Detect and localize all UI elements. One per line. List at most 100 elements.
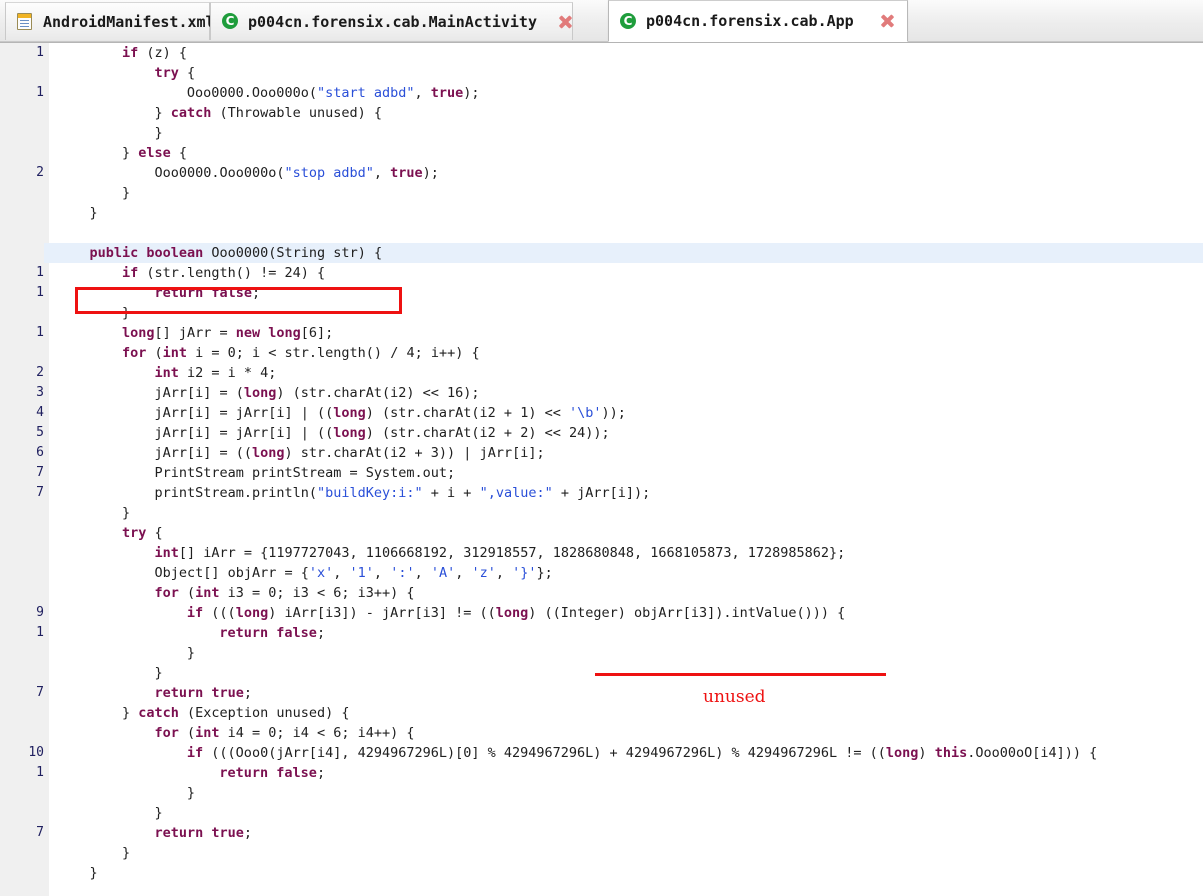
code-line[interactable]: 1 if (str.length() != 24) {	[0, 263, 1203, 283]
code-line[interactable]: 1 return false;	[0, 763, 1203, 783]
code-line[interactable]: }	[0, 783, 1203, 803]
code-line[interactable]: }	[0, 303, 1203, 323]
code-line[interactable]: try {	[0, 63, 1203, 83]
code-line[interactable]: 10 if (((Ooo0(jArr[i4], 4294967296L)[0] %…	[0, 743, 1203, 763]
code-line-text: printStream.println("buildKey:i:" + i + …	[154, 485, 651, 501]
line-number: 2	[36, 165, 44, 180]
line-number: 7	[36, 485, 44, 500]
editor-tab-label: p004cn.forensix.cab.MainActivity	[248, 12, 537, 31]
line-number	[0, 63, 44, 83]
code-line[interactable]: 1 Ooo0000.Ooo000o("start adbd", true);	[0, 83, 1203, 103]
line-number: 6	[36, 445, 44, 460]
code-line[interactable]: try {	[0, 523, 1203, 543]
code-line[interactable]: for (int i = 0; i < str.length() / 4; i+…	[0, 343, 1203, 363]
code-line[interactable]: }	[0, 183, 1203, 203]
editor-tab-label: AndroidManifest.xml	[43, 12, 215, 31]
editor-tab-label: p004cn.forensix.cab.App	[646, 12, 854, 30]
code-line[interactable]: 7 PrintStream printStream = System.out;	[0, 463, 1203, 483]
code-line[interactable]: int[] iArr = {1197727043, 1106668192, 31…	[0, 543, 1203, 563]
code-line-text: return false;	[219, 765, 326, 781]
code-line-text: }	[186, 645, 196, 661]
code-line-text: }	[154, 805, 163, 821]
code-line[interactable]: } else {	[0, 143, 1203, 163]
line-number: 1	[36, 265, 44, 280]
code-line-text: try {	[154, 65, 196, 81]
code-line-text: if (str.length() != 24) {	[121, 265, 326, 281]
line-number: 1	[36, 45, 44, 60]
code-line[interactable]: 1 if (z) {	[0, 43, 1203, 63]
line-number	[0, 523, 44, 543]
code-line[interactable]: 7 printStream.println("buildKey:i:" + i +…	[0, 483, 1203, 503]
code-line-text: jArr[i] = (long) (str.charAt(i2) << 16);	[154, 385, 480, 401]
code-line[interactable]: 1 long[] jArr = new long[6];	[0, 323, 1203, 343]
line-number: 2	[36, 365, 44, 380]
line-number	[0, 203, 44, 223]
line-number: 10	[28, 745, 44, 760]
line-number	[0, 563, 44, 583]
code-line[interactable]: Object[] objArr = {'x', '1', ':', 'A', '…	[0, 563, 1203, 583]
line-number: 5	[36, 425, 44, 440]
line-number: 1	[36, 85, 44, 100]
code-line-text: Ooo0000.Ooo000o("start adbd", true);	[186, 85, 480, 101]
code-line[interactable]: }	[0, 123, 1203, 143]
code-line[interactable]: 7 return true;	[0, 683, 1203, 703]
line-number: 1	[36, 285, 44, 300]
code-line[interactable]: } catch (Throwable unused) {	[0, 103, 1203, 123]
xml-document-icon	[17, 13, 34, 30]
code-line[interactable]: 5 jArr[i] = jArr[i] | ((long) (str.charAt…	[0, 423, 1203, 443]
code-line[interactable]: }	[0, 803, 1203, 823]
line-number	[0, 183, 44, 203]
code-line-text: } catch (Throwable unused) {	[154, 105, 383, 121]
unused-annotation-label: unused	[703, 687, 766, 707]
code-line[interactable]: for (int i3 = 0; i3 < 6; i3++) {	[0, 583, 1203, 603]
editor-tab-1[interactable]: AndroidManifest.xml	[5, 2, 215, 40]
code-line[interactable]: }	[0, 643, 1203, 663]
code-line[interactable]: 9 if (((long) iArr[i3]) - jArr[i3] != ((l…	[0, 603, 1203, 623]
code-line[interactable]: }	[0, 203, 1203, 223]
close-icon[interactable]	[557, 14, 573, 30]
editor-tab-bar: AndroidManifest.xml Cp004cn.forensix.cab.…	[0, 0, 1203, 42]
code-line[interactable]: 2 int i2 = i * 4;	[0, 363, 1203, 383]
line-number	[0, 123, 44, 143]
code-line[interactable]: public boolean Ooo0000(String str) {	[0, 243, 1203, 263]
code-line[interactable]: }	[0, 503, 1203, 523]
line-number: 7	[36, 465, 44, 480]
code-line[interactable]: 1 return false;	[0, 283, 1203, 303]
code-line-text: try {	[121, 525, 163, 541]
code-line[interactable]: 6 jArr[i] = ((long) str.charAt(i2 + 3)) |…	[0, 443, 1203, 463]
editor-tab-2[interactable]: Cp004cn.forensix.cab.MainActivity	[210, 2, 573, 40]
code-line-text: Ooo0000.Ooo000o("stop adbd", true);	[154, 165, 439, 181]
code-line[interactable]: }	[0, 843, 1203, 863]
code-editor[interactable]: 1 if (z) { try { 1 Ooo0000.Ooo000o("start ad…	[0, 42, 1203, 896]
code-line[interactable]: 3 jArr[i] = (long) (str.charAt(i2) << 16)…	[0, 383, 1203, 403]
java-class-icon: C	[620, 12, 637, 30]
close-icon[interactable]	[879, 13, 895, 29]
code-line[interactable]: 2 Ooo0000.Ooo000o("stop adbd", true);	[0, 163, 1203, 183]
code-line-text: if (z) {	[121, 45, 187, 61]
code-line[interactable]: 7 return true;	[0, 823, 1203, 843]
integer-cast-underline	[595, 673, 886, 676]
line-number	[0, 583, 44, 603]
line-number: 9	[36, 605, 44, 620]
code-line-text: return false;	[154, 285, 261, 301]
code-line-text: int[] iArr = {1197727043, 1106668192, 31…	[154, 545, 846, 561]
editor-tab-3[interactable]: Cp004cn.forensix.cab.App	[608, 0, 908, 42]
code-line[interactable]: } catch (Exception unused) {	[0, 703, 1203, 723]
code-line-text: PrintStream printStream = System.out;	[154, 465, 456, 481]
code-line[interactable]: for (int i4 = 0; i4 < 6; i4++) {	[0, 723, 1203, 743]
code-line[interactable]: }	[0, 863, 1203, 883]
code-line-text: jArr[i] = jArr[i] | ((long) (str.charAt(…	[154, 425, 610, 441]
code-line-text: } catch (Exception unused) {	[121, 705, 350, 721]
line-number	[0, 543, 44, 563]
code-line[interactable]	[0, 223, 1203, 243]
code-line-text: if (((Ooo0(jArr[i4], 4294967296L)[0] % 4…	[186, 745, 1098, 761]
code-line[interactable]: 4 jArr[i] = jArr[i] | ((long) (str.charAt…	[0, 403, 1203, 423]
line-number	[0, 303, 44, 323]
code-line-text: Object[] objArr = {'x', '1', ':', 'A', '…	[154, 565, 553, 581]
line-number: 4	[36, 405, 44, 420]
code-line-text: jArr[i] = ((long) str.charAt(i2 + 3)) | …	[154, 445, 545, 461]
code-content[interactable]: 1 if (z) { try { 1 Ooo0000.Ooo000o("start ad…	[0, 43, 1203, 896]
code-line-text: }	[121, 185, 131, 201]
line-number	[0, 143, 44, 163]
code-line[interactable]: 1 return false;	[0, 623, 1203, 643]
